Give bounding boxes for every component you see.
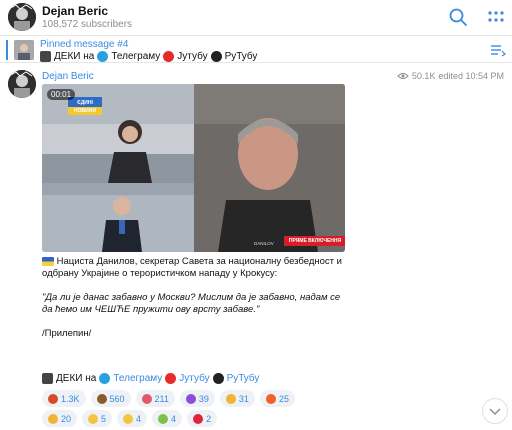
- channel-avatar[interactable]: [8, 3, 36, 31]
- nauseated-face-icon: [158, 413, 169, 424]
- search-icon[interactable]: [448, 7, 468, 27]
- more-vertical-icon[interactable]: [486, 7, 506, 27]
- reaction-count: 25: [278, 393, 289, 404]
- speaker-name-tag: DANILOV: [254, 241, 274, 246]
- pinned-link-telegram: Телеграму: [111, 51, 161, 62]
- crying-face-icon: [88, 413, 99, 424]
- reactions-row-2: 20 5 4 4 2: [42, 410, 372, 427]
- pinned-text: ДЕКИ на Телеграму Јутубу РуТубу: [40, 51, 257, 62]
- devil-icon: [185, 393, 196, 404]
- reaction-count: 39: [198, 393, 209, 404]
- reactions: 1.3K 560 211 39 31 25 20 5 4 4 2: [42, 390, 372, 430]
- pinned-thumbnail: [14, 40, 34, 60]
- pill-icon: [141, 393, 152, 404]
- pinned-list-icon[interactable]: [490, 43, 506, 57]
- reaction-thumbs-down[interactable]: 20: [42, 410, 78, 427]
- deki-avatar-icon: [40, 51, 51, 62]
- reaction-count: 4: [136, 413, 142, 424]
- reaction-count: 4: [171, 413, 177, 424]
- reaction-count: 211: [154, 393, 169, 404]
- angry-face-icon: [48, 393, 58, 404]
- post-quote: "Да ли је данас забавно у Москви? Мислим…: [42, 292, 341, 315]
- pinned-message-bar[interactable]: Pinned message #4 ДЕКИ на Телеграму Јуту…: [0, 35, 512, 63]
- reaction-count: 2: [206, 413, 212, 424]
- post-source: /Прилепин/: [42, 328, 92, 339]
- pinned-title: Pinned message #4: [40, 39, 129, 50]
- reaction-nauseated-face[interactable]: 4: [152, 410, 183, 427]
- youtube-icon: [165, 373, 177, 384]
- chat-header: Dejan Beric 108,572 subscribers: [0, 0, 512, 34]
- reaction-zany-face[interactable]: 4: [117, 410, 148, 427]
- reaction-count: 560: [109, 393, 125, 404]
- link-telegram[interactable]: Телеграму: [113, 373, 162, 384]
- reaction-count: 20: [61, 413, 72, 424]
- pinned-link-rutube: РуТубу: [224, 51, 258, 62]
- deki-avatar-icon: [42, 373, 53, 384]
- rutube-icon: [210, 51, 222, 62]
- reaction-heart[interactable]: 2: [187, 410, 218, 427]
- reaction-count: 5: [101, 413, 107, 424]
- reaction-devil[interactable]: 39: [179, 390, 215, 407]
- post-author-name[interactable]: Dejan Beric: [42, 71, 94, 82]
- thumbs-up-icon: [225, 393, 236, 404]
- live-label: ПРЯМЕ ВКЛЮЧЕННЯ: [288, 238, 342, 244]
- eye-icon: [397, 73, 409, 79]
- chevron-down-icon: [489, 408, 501, 416]
- links-prefix: ДЕКИ на: [56, 373, 97, 384]
- view-count: 50.1K: [411, 71, 436, 81]
- thumbs-down-icon: [48, 413, 58, 424]
- fire-icon: [265, 393, 276, 404]
- reaction-poo[interactable]: 560: [90, 390, 131, 407]
- reaction-fire[interactable]: 25: [259, 390, 295, 407]
- link-youtube[interactable]: Јутубу: [179, 373, 209, 384]
- tv-channel-label: ЄДИНІ НОВИНИ: [74, 100, 96, 114]
- post-links: ДЕКИ на Телеграму Јутубу РуТубу: [42, 373, 259, 384]
- reactions-row-1: 1.3K 560 211 39 31 25: [42, 390, 372, 407]
- post-author-avatar[interactable]: [8, 70, 36, 98]
- pinned-link-youtube: Јутубу: [177, 51, 208, 62]
- reaction-thumbs-up[interactable]: 31: [219, 390, 255, 407]
- post-body: Нациста Данилов, секретар Савета за наци…: [42, 256, 342, 340]
- video-player[interactable]: 00:01 ЄДИНІ НОВИНИ ПРЯМЕ ВКЛЮЧЕННЯ DANIL…: [42, 84, 345, 252]
- scroll-down-button[interactable]: [482, 398, 508, 424]
- edited-time: edited 10:54 PM: [438, 71, 504, 81]
- link-rutube[interactable]: РуТубу: [227, 373, 260, 384]
- pinned-accent-bar: [6, 40, 8, 60]
- telegram-icon: [99, 373, 111, 384]
- poo-icon: [96, 393, 107, 404]
- reaction-count: 1.3K: [61, 393, 80, 404]
- reaction-angry-face[interactable]: 1.3K: [42, 390, 86, 407]
- post-meta: 50.1K edited 10:54 PM: [397, 71, 504, 81]
- channel-title[interactable]: Dejan Beric: [42, 4, 108, 18]
- reaction-crying-face[interactable]: 5: [82, 410, 113, 427]
- reaction-count: 31: [238, 393, 249, 404]
- ukraine-flag-icon: [42, 256, 54, 266]
- telegram-icon: [97, 51, 109, 62]
- zany-face-icon: [123, 413, 134, 424]
- rutube-icon: [212, 373, 224, 384]
- subscriber-count: 108,572 subscribers: [42, 19, 133, 30]
- youtube-icon: [163, 51, 175, 62]
- post-text-intro: Нациста Данилов, секретар Савета за наци…: [42, 256, 342, 279]
- heart-icon: [193, 413, 204, 424]
- pinned-prefix: ДЕКИ на: [54, 51, 95, 62]
- reaction-pill[interactable]: 211: [135, 390, 175, 407]
